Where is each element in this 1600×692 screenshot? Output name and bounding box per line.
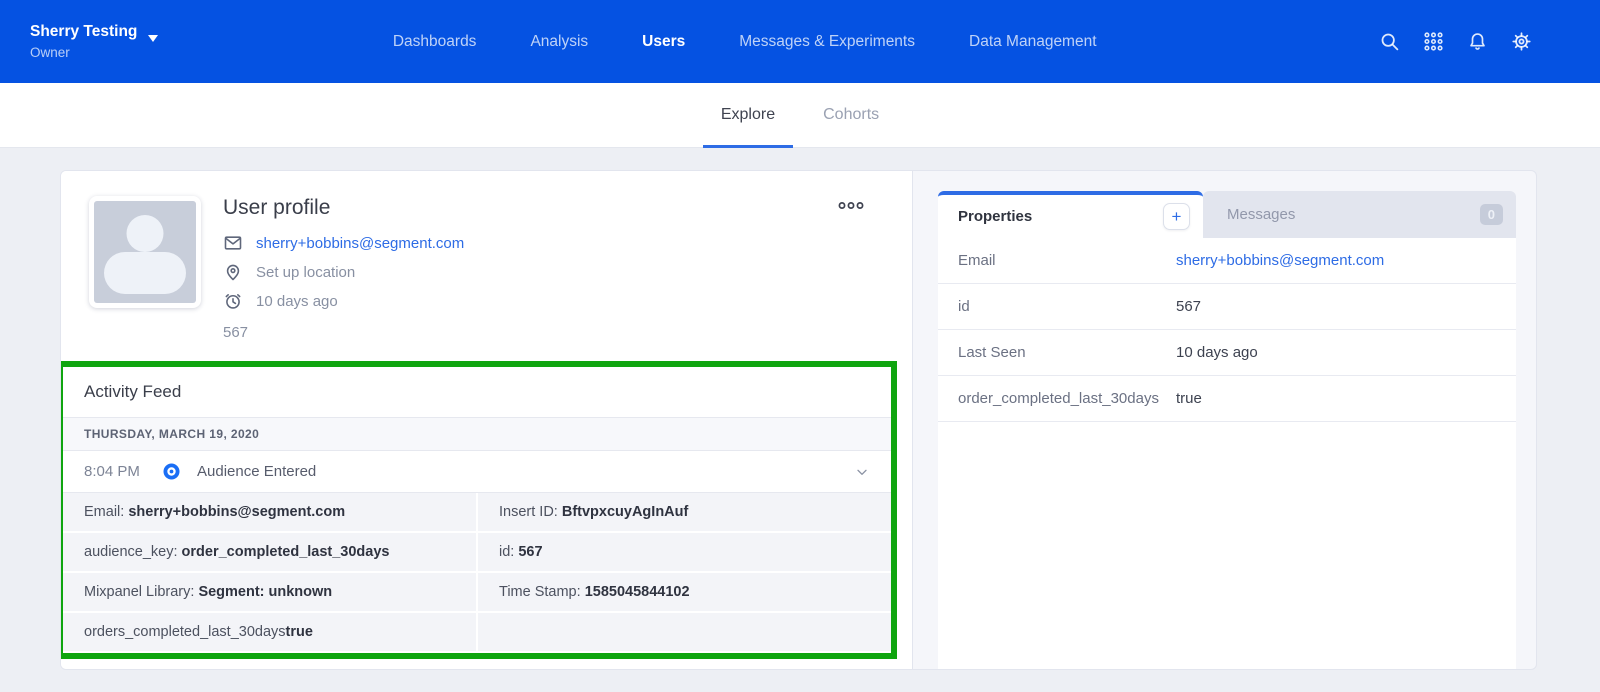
nav-item[interactable]: Analysis (530, 33, 588, 51)
event-property-value: sherry+bobbins@segment.com (128, 504, 345, 520)
nav-item[interactable]: Users (642, 33, 685, 51)
event-property-label: Email: (84, 504, 128, 520)
project-role: Owner (30, 45, 158, 60)
project-switcher[interactable]: Sherry Testing Owner (30, 23, 158, 60)
profile-email-row: sherry+bobbins@segment.com (223, 233, 464, 253)
avatar-placeholder-icon (94, 201, 196, 303)
event-property-label: Time Stamp: (499, 584, 585, 600)
main-content: User profile sherry+bobbins@segment.com (0, 170, 1600, 692)
alarm-clock-icon (223, 291, 243, 311)
set-up-location-link[interactable]: Set up location (256, 264, 355, 281)
topbar-icons (1379, 31, 1532, 52)
tab-properties-label: Properties (958, 208, 1032, 225)
property-row: Email sherry+bobbins@segment.com (938, 238, 1516, 284)
properties-panel: Properties + Messages 0 Email sherry+bob… (938, 191, 1516, 669)
event-property-cell: id: 567 (478, 533, 891, 571)
avatar (89, 196, 201, 308)
messages-count-badge: 0 (1480, 204, 1503, 225)
nav-item[interactable]: Data Management (969, 33, 1097, 51)
nav-item[interactable]: Dashboards (393, 33, 477, 51)
event-property-value: true (286, 624, 313, 640)
right-column: Properties + Messages 0 Email sherry+bob… (913, 171, 1536, 669)
event-property-value: Segment: unknown (198, 584, 332, 600)
profile-email-link[interactable]: sherry+bobbins@segment.com (256, 235, 464, 252)
property-value[interactable]: sherry+bobbins@segment.com (1176, 252, 1384, 269)
tab-properties[interactable]: Properties + (938, 191, 1203, 238)
apps-grid-icon[interactable] (1423, 31, 1444, 52)
envelope-icon (223, 233, 243, 253)
property-row: id 567 (938, 284, 1516, 330)
event-property-label: audience_key: (84, 544, 182, 560)
activity-feed: Activity Feed THURSDAY, MARCH 19, 2020 8… (63, 367, 891, 653)
event-property-value: order_completed_last_30days (182, 544, 390, 560)
settings-gear-icon[interactable] (1511, 31, 1532, 52)
event-property-label: id: (499, 544, 518, 560)
profile-location-row: Set up location (223, 262, 464, 282)
properties-tabbar: Properties + Messages 0 (938, 191, 1516, 238)
property-key: Email (958, 252, 1176, 269)
event-property-label: Insert ID: (499, 504, 562, 520)
page-title: User profile (223, 196, 464, 220)
chevron-down-icon[interactable] (854, 464, 870, 480)
property-key: id (958, 298, 1176, 315)
profile-last-seen: 10 days ago (256, 293, 338, 310)
event-time: 8:04 PM (84, 463, 163, 480)
event-property-cell: audience_key: order_completed_last_30day… (63, 533, 476, 571)
event-property-value: BftvpxcuyAgInAuf (562, 504, 688, 520)
event-property-value: 1585045844102 (585, 584, 690, 600)
search-icon[interactable] (1379, 31, 1400, 52)
event-type-icon (163, 463, 180, 480)
event-property-value: 567 (518, 544, 542, 560)
event-property-cell: Email: sherry+bobbins@segment.com (63, 493, 476, 531)
top-navigation-bar: Sherry Testing Owner Dashboards Analysis… (0, 0, 1600, 83)
tab-messages[interactable]: Messages 0 (1203, 191, 1516, 238)
add-property-button[interactable]: + (1163, 203, 1190, 230)
subnav-tab[interactable]: Cohorts (823, 83, 879, 147)
left-column: User profile sherry+bobbins@segment.com (61, 171, 913, 669)
event-properties-grid: Email: sherry+bobbins@segment.com Insert… (63, 493, 891, 653)
user-detail-container: User profile sherry+bobbins@segment.com (60, 170, 1537, 670)
property-value: 567 (1176, 298, 1201, 315)
properties-table: Email sherry+bobbins@segment.com id 567 … (938, 238, 1516, 669)
user-profile-card: User profile sherry+bobbins@segment.com (61, 171, 912, 361)
event-property-cell: Mixpanel Library: Segment: unknown (63, 573, 476, 611)
nav-item[interactable]: Messages & Experiments (739, 33, 915, 51)
profile-last-seen-row: 10 days ago (223, 291, 464, 311)
property-row: Last Seen 10 days ago (938, 330, 1516, 376)
property-key: order_completed_last_30days (958, 390, 1176, 407)
notifications-bell-icon[interactable] (1467, 31, 1488, 52)
activity-date-header: THURSDAY, MARCH 19, 2020 (63, 418, 891, 451)
event-name: Audience Entered (197, 463, 316, 480)
main-nav: Dashboards Analysis Users Messages & Exp… (393, 33, 1097, 51)
event-property-label: orders_completed_last_30days (84, 624, 286, 640)
activity-feed-title: Activity Feed (63, 367, 891, 418)
location-pin-icon (223, 262, 243, 282)
event-property-cell: orders_completed_last_30daystrue (63, 613, 476, 651)
event-property-cell: Time Stamp: 1585045844102 (478, 573, 891, 611)
more-options-button[interactable] (838, 201, 864, 210)
event-property-label: Mixpanel Library: (84, 584, 198, 600)
caret-down-icon (148, 29, 158, 36)
project-name[interactable]: Sherry Testing (30, 23, 137, 41)
subnav-tabs: Explore Cohorts (0, 83, 1600, 148)
profile-info: User profile sherry+bobbins@segment.com (223, 196, 464, 341)
subnav-tab[interactable]: Explore (721, 83, 775, 147)
profile-distinct-id: 567 (223, 324, 464, 341)
activity-feed-highlight: Activity Feed THURSDAY, MARCH 19, 2020 8… (60, 361, 897, 659)
event-property-cell: Insert ID: BftvpxcuyAgInAuf (478, 493, 891, 531)
property-value: true (1176, 390, 1202, 407)
property-value: 10 days ago (1176, 344, 1258, 361)
property-row: order_completed_last_30days true (938, 376, 1516, 422)
property-key: Last Seen (958, 344, 1176, 361)
activity-event-row[interactable]: 8:04 PM Audience Entered (63, 451, 891, 493)
tab-messages-label: Messages (1227, 206, 1295, 223)
